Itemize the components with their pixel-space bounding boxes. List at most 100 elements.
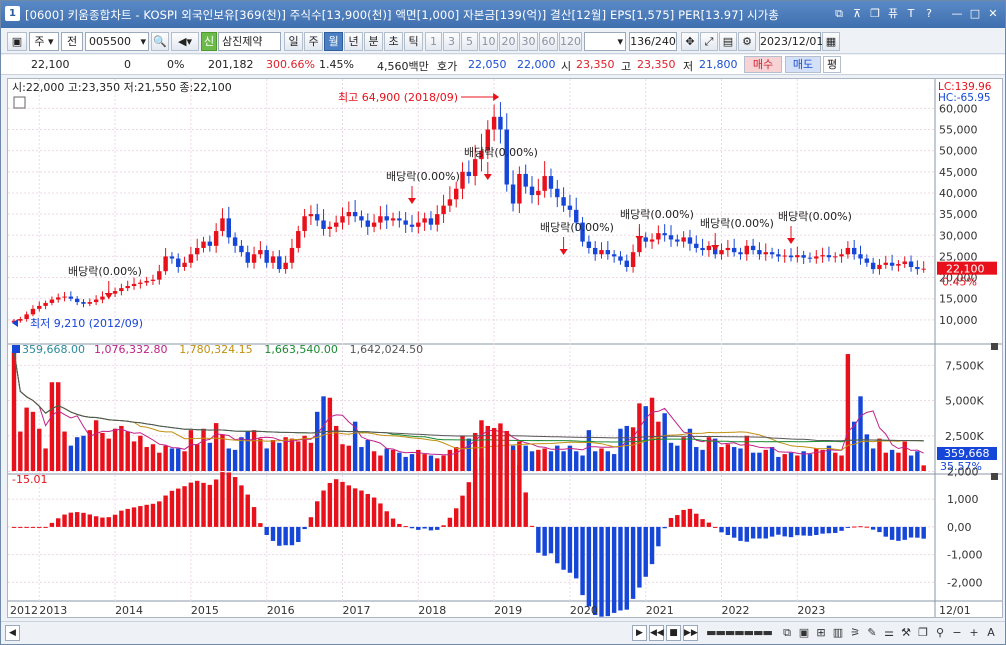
pattern-icon[interactable]: ⚞ xyxy=(847,625,863,641)
interval-60[interactable]: 60 xyxy=(539,32,558,51)
period-button-week[interactable]: 주 xyxy=(304,32,323,51)
period-button-second[interactable]: 초 xyxy=(384,32,403,51)
text-size-icon[interactable]: T xyxy=(903,5,919,22)
volume-bar xyxy=(308,442,314,471)
volume-bar xyxy=(567,445,573,471)
volume-bar xyxy=(706,437,712,471)
candle-body xyxy=(763,252,768,255)
osc-tick-label: 0,00 xyxy=(947,521,972,534)
osc-bar xyxy=(820,526,825,534)
interval-30[interactable]: 30 xyxy=(519,32,538,51)
interval-10[interactable]: 10 xyxy=(479,32,498,51)
period-button-year[interactable]: 년 xyxy=(344,32,363,51)
period-button-tick[interactable]: 틱 xyxy=(404,32,423,51)
period-button-minute[interactable]: 분 xyxy=(364,32,383,51)
split-icon[interactable]: ⧉ xyxy=(779,625,795,641)
restore-tabs-icon[interactable]: ❐ xyxy=(867,5,883,22)
link-icon[interactable]: ⧉ xyxy=(831,5,847,22)
fix-icon[interactable]: 퓨 xyxy=(885,5,901,22)
tool-icon[interactable]: ⚒ xyxy=(898,625,914,641)
crosshair-icon[interactable]: ✥ xyxy=(681,32,699,51)
period-button-day[interactable]: 일 xyxy=(284,32,303,51)
osc-bar xyxy=(100,517,105,527)
osc-bar xyxy=(586,526,592,607)
osc-bar xyxy=(776,526,781,535)
range-input[interactable]: 136/240 xyxy=(629,32,677,51)
search-icon[interactable]: 🔍 xyxy=(151,32,169,51)
zoom-out-icon[interactable]: − xyxy=(949,625,965,641)
volume-bar xyxy=(889,449,895,471)
candle-body xyxy=(435,214,440,225)
ruler-icon[interactable]: ⚌ xyxy=(881,625,897,641)
zoom-in-icon[interactable]: + xyxy=(966,625,982,641)
scroll-right-icon[interactable]: ▶ xyxy=(632,625,647,641)
forward-icon[interactable]: ▶▶ xyxy=(683,625,698,641)
zoom-slider[interactable]: ▬▬▬▬▬▬▬ xyxy=(703,625,775,641)
interval-20[interactable]: 20 xyxy=(499,32,518,51)
sell-button[interactable]: 매도 xyxy=(785,56,821,73)
chart-icon[interactable]: ▥ xyxy=(830,625,846,641)
speaker-icon[interactable]: ◀▾ xyxy=(171,32,199,51)
chart-area[interactable]: 60,000 55,000 50,000 45,000 40,000 35,000 30,0… xyxy=(7,78,1003,618)
window-number-badge[interactable]: 1 xyxy=(5,6,20,21)
osc-bar xyxy=(340,481,345,527)
minimize-button[interactable]: — xyxy=(949,5,965,22)
all-select[interactable]: 전 xyxy=(61,32,83,51)
volume-bar xyxy=(270,440,276,471)
volume-bar xyxy=(713,438,718,471)
candle-body xyxy=(416,222,421,227)
draw-icon[interactable]: ✎ xyxy=(864,625,880,641)
candle-body xyxy=(719,250,724,255)
copy-icon[interactable]: ❐ xyxy=(915,625,931,641)
candle-body xyxy=(757,250,762,255)
layout-icon[interactable]: ▣ xyxy=(7,32,27,51)
interval-3[interactable]: 3 xyxy=(443,32,460,51)
title-bar[interactable]: 1 [0600] 키움종합차트 - KOSPI 외국인보유[369(천)] 주식… xyxy=(1,1,1005,28)
text-icon[interactable]: A xyxy=(983,625,999,641)
layout-icon[interactable]: ⊞ xyxy=(813,625,829,641)
osc-bar xyxy=(220,472,225,527)
volume-bar xyxy=(542,448,547,471)
price-tick-label: 30,000 xyxy=(939,229,978,242)
maximize-button[interactable]: □ xyxy=(967,5,983,22)
zoom-icon[interactable]: ⤢ xyxy=(700,32,718,51)
volume-bar xyxy=(327,397,333,471)
calendar-icon[interactable]: ▦ xyxy=(822,32,840,51)
period-select[interactable]: 주 ▾ xyxy=(29,32,59,51)
interval-5[interactable]: 5 xyxy=(461,32,478,51)
osc-bar xyxy=(491,427,497,527)
buy-button[interactable]: 매수 xyxy=(744,56,782,73)
scroll-left-icon[interactable]: ◀ xyxy=(5,625,20,641)
candle-body xyxy=(239,245,244,253)
stop-icon[interactable]: ■ xyxy=(666,625,681,641)
period-button-month[interactable]: 월 xyxy=(324,32,343,51)
volume-bar xyxy=(283,437,288,471)
osc-bar xyxy=(555,526,560,564)
volume-bar xyxy=(599,448,604,471)
osc-bar xyxy=(782,526,787,537)
interval-1[interactable]: 1 xyxy=(425,32,442,51)
help-icon[interactable]: ? xyxy=(921,5,937,22)
close-button[interactable]: ✕ xyxy=(985,5,1001,22)
chart-canvas[interactable]: 60,000 55,000 50,000 45,000 40,000 35,000 30,0… xyxy=(8,79,1002,617)
osc-bar xyxy=(801,526,806,536)
pin-icon[interactable]: ⊼ xyxy=(849,5,865,22)
date-input[interactable]: 2023/12/01 xyxy=(759,32,823,51)
volume-bar xyxy=(289,438,295,471)
stock-code-input[interactable]: 005500 ▾ xyxy=(85,32,149,51)
interval-120[interactable]: 120 xyxy=(559,32,582,51)
volume-bar xyxy=(340,444,345,471)
dividend-arrow-head xyxy=(483,174,492,180)
rewind-icon[interactable]: ◀◀ xyxy=(649,625,664,641)
eval-button[interactable]: 평 xyxy=(823,56,841,73)
candle-body xyxy=(624,260,629,267)
candle-body xyxy=(536,190,541,196)
osc-bar xyxy=(839,526,844,531)
save-icon[interactable]: ▤ xyxy=(719,32,737,51)
search-icon[interactable]: ⚲ xyxy=(932,625,948,641)
interval-input[interactable]: ▾ xyxy=(584,32,626,51)
gear-icon[interactable]: ⚙ xyxy=(738,32,756,51)
volume-legend-item: 1,663,540.00 xyxy=(264,343,337,356)
volume-bar xyxy=(845,354,851,471)
window-icon[interactable]: ▣ xyxy=(796,625,812,641)
